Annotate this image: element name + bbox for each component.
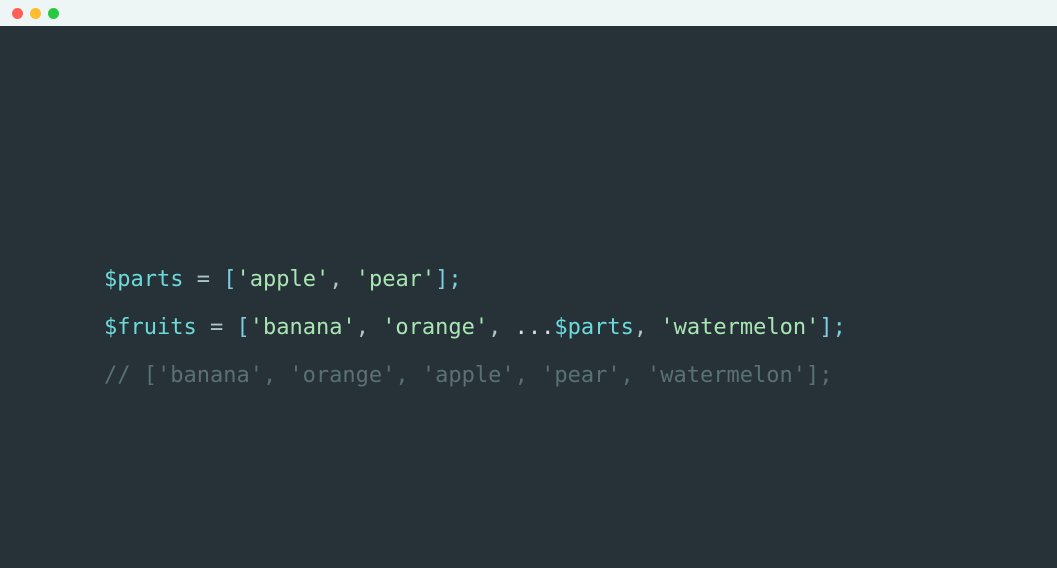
code-line-1: $parts = ['apple', 'pear']; [104, 256, 1057, 304]
token-bracket: [ [223, 267, 236, 292]
token-string: 'apple' [236, 267, 329, 292]
token-string: 'orange' [382, 315, 488, 340]
token-bracket: ]; [819, 315, 846, 340]
token-comma: , [488, 315, 515, 340]
token-bracket: [ [236, 315, 249, 340]
minimize-icon[interactable] [30, 8, 41, 19]
token-variable: $parts [104, 267, 183, 292]
maximize-icon[interactable] [48, 8, 59, 19]
editor-pane: $parts = ['apple', 'pear']; $fruits = ['… [0, 26, 1057, 568]
code-line-2: $fruits = ['banana', 'orange', ...$parts… [104, 304, 1057, 352]
token-comma: , [634, 315, 661, 340]
token-string: 'pear' [356, 267, 435, 292]
token-comma: , [356, 315, 383, 340]
token-comment: // ['banana', 'orange', 'apple', 'pear',… [104, 363, 832, 388]
token-operator: = [197, 315, 237, 340]
code-line-3: // ['banana', 'orange', 'apple', 'pear',… [104, 352, 1057, 400]
titlebar [0, 0, 1057, 26]
token-string: 'banana' [250, 315, 356, 340]
token-spread: ... [515, 315, 555, 340]
token-string: 'watermelon' [660, 315, 819, 340]
close-icon[interactable] [12, 8, 23, 19]
token-operator: = [183, 267, 223, 292]
token-variable: $fruits [104, 315, 197, 340]
token-comma: , [329, 267, 356, 292]
token-bracket: ]; [435, 267, 462, 292]
code-window: $parts = ['apple', 'pear']; $fruits = ['… [0, 0, 1057, 568]
token-variable: $parts [554, 315, 633, 340]
